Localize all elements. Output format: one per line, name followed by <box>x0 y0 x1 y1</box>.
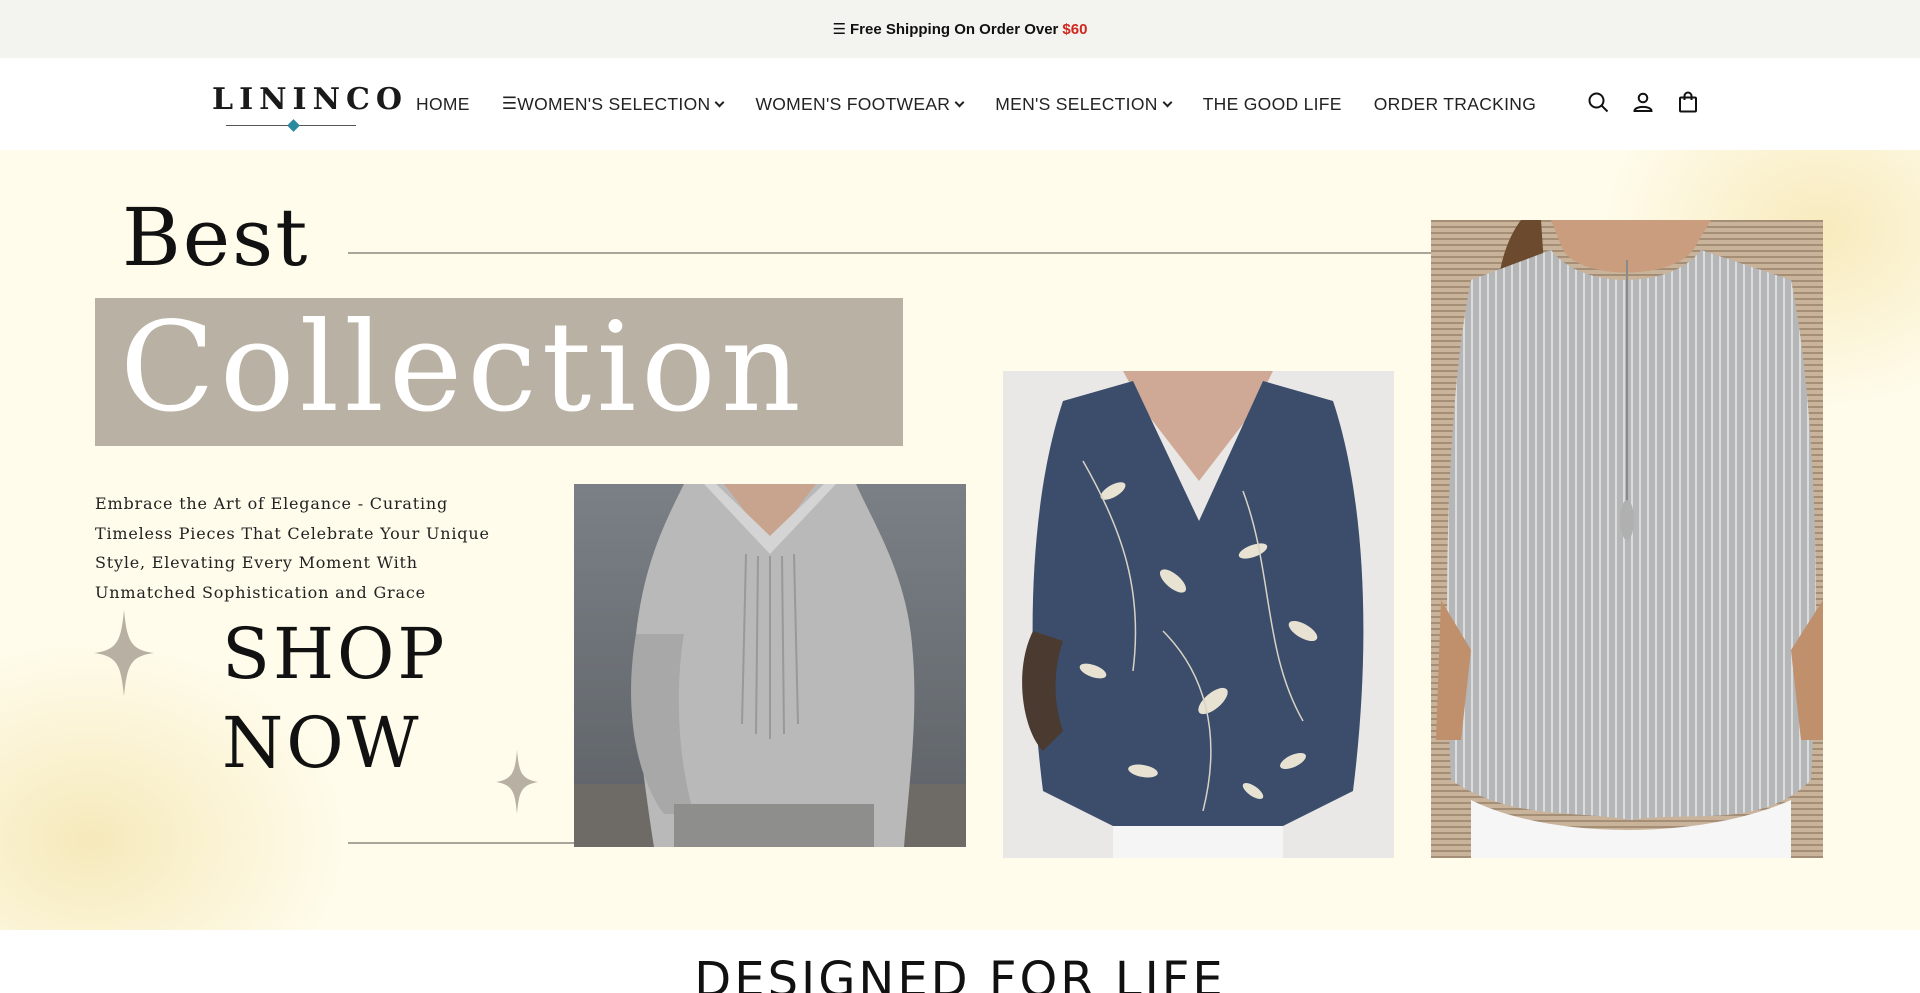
announcement-bar: ☰ Free Shipping On Order Over $60 <box>0 0 1920 58</box>
logo-diamond <box>287 119 300 132</box>
chevron-down-icon <box>714 97 725 107</box>
pleated-gray-blouse-photo[interactable] <box>574 484 966 847</box>
nav-item-label: WOMEN'S FOOTWEAR <box>755 93 951 114</box>
chevron-down-icon <box>954 97 965 107</box>
account-icon[interactable] <box>1631 90 1655 114</box>
nav-item-home[interactable]: HOME <box>416 94 470 115</box>
site-header: LININCO HOME ☰ WOMEN'S SELECTION WOMEN'S… <box>0 58 1920 150</box>
header-icons <box>1586 90 1700 114</box>
hero-title-collection: Collection <box>120 296 806 440</box>
hero-tagline: Embrace the Art of Elegance - Curating T… <box>95 494 490 602</box>
nav-item-label: MEN'S SELECTION <box>995 93 1158 114</box>
shop-now-button[interactable]: SHOP NOW <box>222 610 448 788</box>
nav-item-label: THE GOOD LIFE <box>1202 93 1342 114</box>
main-nav: HOME ☰ WOMEN'S SELECTION WOMEN'S FOOTWEA… <box>416 58 1568 150</box>
cart-icon[interactable] <box>1676 90 1700 114</box>
search-icon[interactable] <box>1586 90 1610 114</box>
divider-line <box>348 842 576 844</box>
hero-banner: Best Collection Embrace the Art of Elega… <box>0 150 1920 930</box>
shop-now-line2: NOW <box>222 702 422 784</box>
announcement-price: $60 <box>1062 20 1088 38</box>
nav-item-label: ORDER TRACKING <box>1373 93 1537 114</box>
nav-item-the-good-life[interactable]: THE GOOD LIFE <box>1203 94 1342 115</box>
chevron-down-icon <box>1162 97 1173 107</box>
logo-text: LININCO <box>212 82 409 117</box>
announcement-text: Free Shipping On Order Over <box>850 20 1059 38</box>
shop-now-line1: SHOP <box>222 613 448 695</box>
menu-icon: ☰ <box>832 20 847 38</box>
sparkle-icon <box>496 750 538 814</box>
nav-item-order-tracking[interactable]: ORDER TRACKING <box>1374 94 1536 115</box>
nav-item-womens-selection[interactable]: ☰ WOMEN'S SELECTION <box>501 93 725 115</box>
menu-icon: ☰ <box>501 94 518 114</box>
section-heading-designed-for-life: DESIGNED FOR LIFE <box>694 952 1226 993</box>
nav-item-womens-footwear[interactable]: WOMEN'S FOOTWEAR <box>755 93 965 115</box>
nav-item-label: HOME <box>416 93 470 114</box>
divider-line <box>348 252 1431 254</box>
site-logo[interactable]: LININCO <box>212 82 409 132</box>
striped-gray-tunic-photo[interactable] <box>1431 220 1823 858</box>
nav-item-mens-selection[interactable]: MEN'S SELECTION <box>995 93 1173 115</box>
hero-title-best: Best <box>122 191 310 284</box>
sparkle-icon <box>94 610 154 696</box>
navy-floral-shirt-photo[interactable] <box>1003 371 1394 858</box>
nav-item-label: WOMEN'S SELECTION <box>517 93 711 114</box>
